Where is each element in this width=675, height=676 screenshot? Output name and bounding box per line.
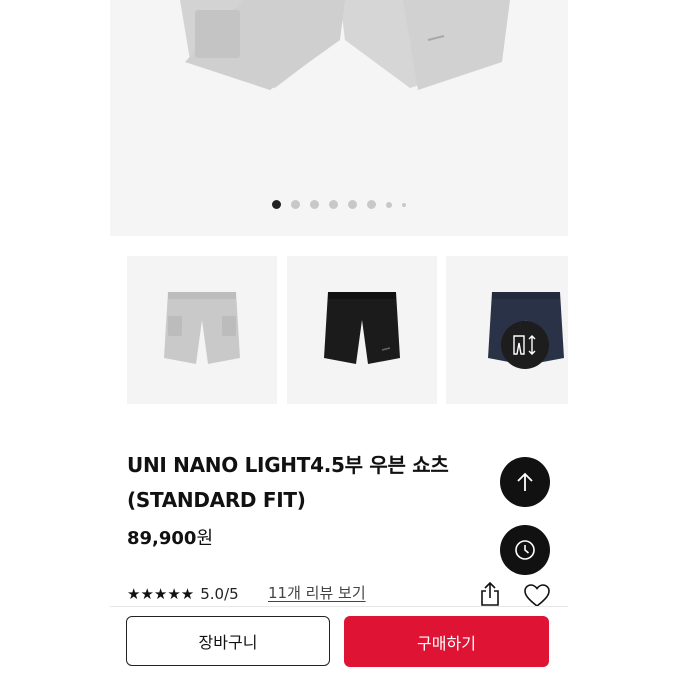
shorts-image bbox=[180, 0, 510, 90]
review-link[interactable]: 11개 리뷰 보기 bbox=[268, 582, 366, 603]
product-title-line1: UNI NANO LIGHT4.5부 우븐 쇼츠 bbox=[127, 453, 449, 477]
product-title-line2: (STANDARD FIT) bbox=[127, 488, 306, 512]
gallery-pagination[interactable] bbox=[110, 200, 568, 209]
pagination-dot[interactable] bbox=[402, 202, 406, 207]
size-fit-icon bbox=[513, 335, 536, 355]
left-margin bbox=[0, 0, 110, 675]
rating-summary: ★★★★★ 5.0/5 bbox=[127, 582, 239, 606]
buy-now-button[interactable]: 구매하기 bbox=[344, 616, 549, 667]
product-title: UNI NANO LIGHT4.5부 우븐 쇼츠 (STANDARD FIT) bbox=[127, 448, 507, 518]
shorts-black-image bbox=[324, 292, 400, 364]
pagination-dot[interactable] bbox=[367, 200, 376, 209]
size-fit-button[interactable] bbox=[501, 321, 549, 369]
buy-button-label: 구매하기 bbox=[417, 633, 476, 653]
add-to-cart-button[interactable]: 장바구니 bbox=[126, 616, 330, 666]
clock-icon bbox=[515, 540, 535, 560]
share-icon[interactable] bbox=[478, 581, 502, 607]
right-margin bbox=[568, 0, 675, 675]
heart-icon[interactable] bbox=[524, 584, 550, 608]
rating-stars: ★★★★★ bbox=[127, 585, 195, 603]
pagination-dot[interactable] bbox=[348, 200, 357, 209]
product-price: 89,900원 bbox=[127, 524, 213, 550]
pagination-dot[interactable] bbox=[386, 201, 392, 208]
thumbnail-black[interactable] bbox=[287, 256, 437, 404]
pagination-dot[interactable] bbox=[272, 200, 281, 209]
pagination-dot[interactable] bbox=[329, 200, 338, 209]
pagination-dot[interactable] bbox=[291, 200, 300, 209]
cart-button-label: 장바구니 bbox=[198, 633, 258, 652]
thumbnail-light-gray[interactable] bbox=[127, 256, 277, 404]
shorts-light-gray-image bbox=[164, 292, 240, 364]
price-value: 89,900 bbox=[127, 528, 197, 549]
product-main-image[interactable] bbox=[110, 0, 568, 236]
color-thumbnails bbox=[127, 256, 568, 412]
pagination-dot[interactable] bbox=[310, 200, 319, 209]
recently-viewed-button[interactable] bbox=[500, 525, 550, 575]
rating-value: 5.0/5 bbox=[200, 585, 239, 603]
arrow-up-icon bbox=[517, 472, 533, 491]
scroll-to-top-button[interactable] bbox=[500, 457, 550, 507]
price-unit: 원 bbox=[196, 528, 214, 549]
